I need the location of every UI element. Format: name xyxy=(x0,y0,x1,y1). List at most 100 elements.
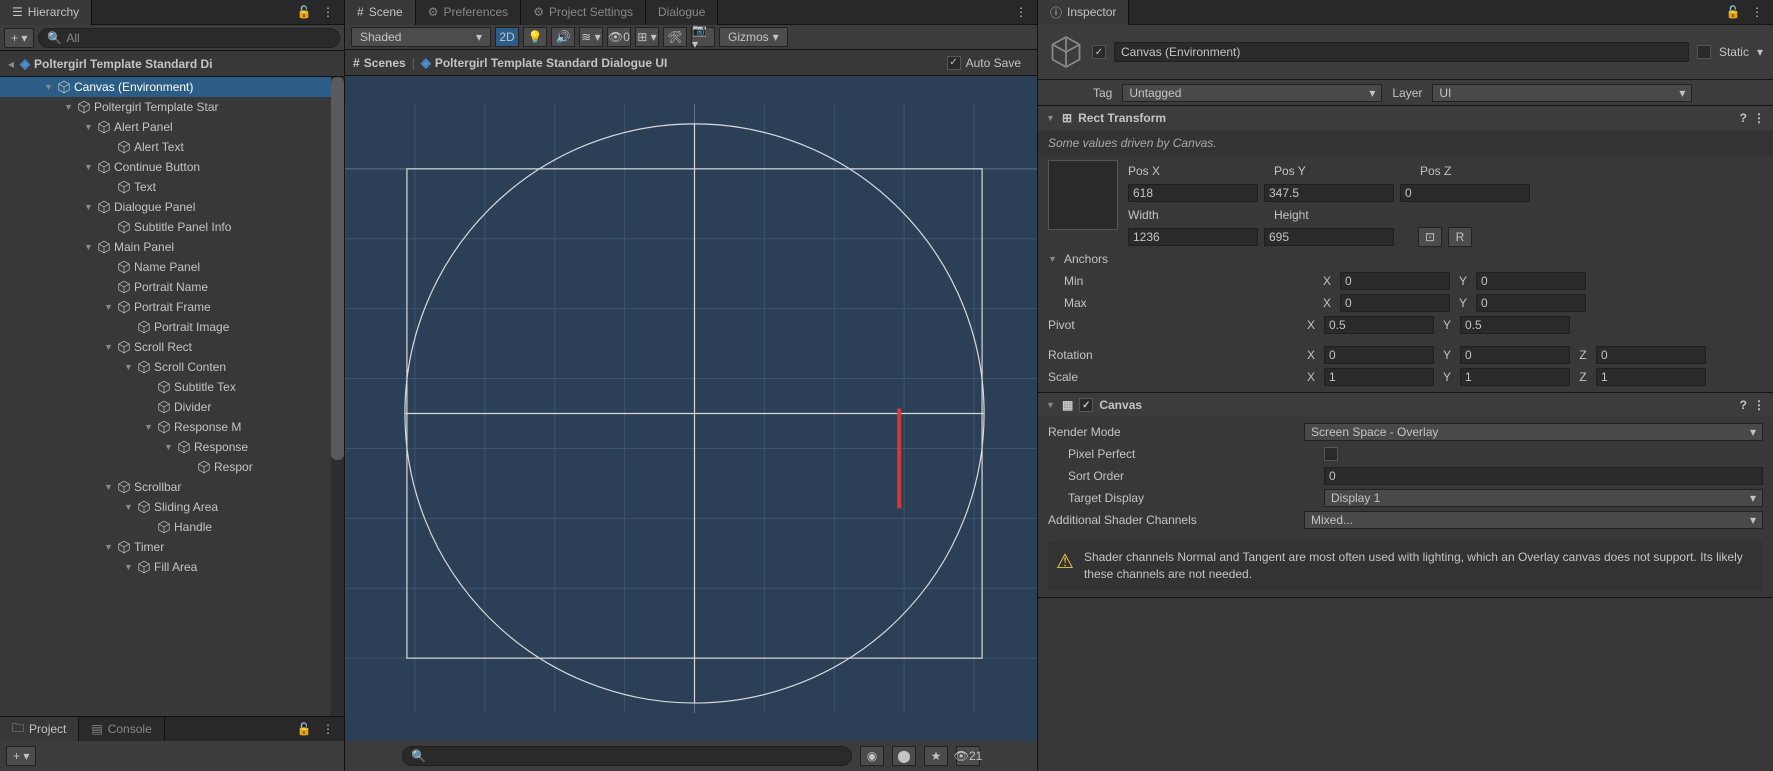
scale-z-input[interactable] xyxy=(1596,368,1706,386)
foldout-icon[interactable]: ▼ xyxy=(44,82,54,92)
tree-item[interactable]: ▼Dialogue Panel xyxy=(0,197,344,217)
scene-tab[interactable]: #Scene xyxy=(345,0,416,25)
foldout-icon[interactable]: ▼ xyxy=(164,442,174,452)
foldout-icon[interactable]: ▼ xyxy=(104,542,114,552)
foldout-icon[interactable]: ▼ xyxy=(1046,400,1056,410)
tree-item[interactable]: Portrait Image xyxy=(0,317,344,337)
tree-item[interactable]: ▼Scrollbar xyxy=(0,477,344,497)
foldout-icon[interactable]: ▼ xyxy=(64,102,74,112)
foldout-icon[interactable]: ▼ xyxy=(124,562,134,572)
object-name-input[interactable]: Canvas (Environment) xyxy=(1114,42,1689,62)
foldout-icon[interactable]: ▼ xyxy=(84,202,94,212)
add-button[interactable]: + ▾ xyxy=(6,746,36,766)
posy-input[interactable] xyxy=(1264,184,1394,202)
tree-item[interactable]: ▼Scroll Rect xyxy=(0,337,344,357)
foldout-icon[interactable]: ▼ xyxy=(124,502,134,512)
tools-toggle[interactable]: 🛠 xyxy=(663,27,687,47)
sort-order-input[interactable] xyxy=(1324,467,1763,485)
project-search[interactable]: 🔍 xyxy=(402,746,852,766)
help-icon[interactable]: ? xyxy=(1740,398,1747,412)
tree-item[interactable]: ▼Portrait Frame xyxy=(0,297,344,317)
favorite-button[interactable]: ★ xyxy=(924,746,948,766)
tree-item[interactable]: Portrait Name xyxy=(0,277,344,297)
render-mode-dropdown[interactable]: Screen Space - Overlay▾ xyxy=(1304,423,1763,441)
target-display-dropdown[interactable]: Display 1▾ xyxy=(1324,489,1763,507)
posx-input[interactable] xyxy=(1128,184,1258,202)
tree-item[interactable]: ▼Alert Panel xyxy=(0,117,344,137)
autosave-checkbox[interactable]: ✓ xyxy=(947,56,961,70)
filter-type-button[interactable]: ◉ xyxy=(860,746,884,766)
foldout-icon[interactable]: ▼ xyxy=(124,362,134,372)
tree-item[interactable]: ▼Poltergirl Template Star xyxy=(0,97,344,117)
foldout-icon[interactable]: ▼ xyxy=(104,482,114,492)
hierarchy-tab[interactable]: ☰ Hierarchy xyxy=(0,0,92,25)
inspector-tab[interactable]: ⓘInspector xyxy=(1038,0,1129,25)
tree-item[interactable]: Respor xyxy=(0,457,344,477)
breadcrumb-scene[interactable]: ◈ Poltergirl Template Standard Di xyxy=(20,56,212,72)
static-checkbox[interactable] xyxy=(1697,45,1711,59)
hierarchy-search[interactable]: 🔍 All xyxy=(38,28,340,48)
kebab-icon[interactable]: ⋮ xyxy=(1749,4,1765,20)
shader-channels-dropdown[interactable]: Mixed...▾ xyxy=(1304,511,1763,529)
hidden-toggle[interactable]: 👁0 xyxy=(607,27,631,47)
foldout-icon[interactable]: ▼ xyxy=(84,242,94,252)
height-input[interactable] xyxy=(1264,228,1394,246)
min-x-input[interactable] xyxy=(1340,272,1450,290)
scenes-link[interactable]: #Scenes xyxy=(353,56,406,70)
component-header[interactable]: ▼ ⊞ Rect Transform ? ⋮ xyxy=(1038,106,1773,130)
tree-item[interactable]: Alert Text xyxy=(0,137,344,157)
raw-edit-button[interactable]: R xyxy=(1448,227,1472,247)
filter-label-button[interactable]: ⬤ xyxy=(892,746,916,766)
project-settings-tab[interactable]: ⚙Project Settings xyxy=(521,0,646,25)
hierarchy-tree[interactable]: ▼Canvas (Environment)▼Poltergirl Templat… xyxy=(0,77,344,716)
hidden-button[interactable]: 👁21 xyxy=(956,746,980,766)
foldout-icon[interactable]: ▼ xyxy=(84,162,94,172)
autosave-toggle[interactable]: ✓ Auto Save xyxy=(947,56,1029,70)
pixel-perfect-checkbox[interactable] xyxy=(1324,447,1338,461)
tree-item[interactable]: ▼Scroll Conten xyxy=(0,357,344,377)
max-x-input[interactable] xyxy=(1340,294,1450,312)
add-button[interactable]: + ▾ xyxy=(4,28,34,48)
max-y-input[interactable] xyxy=(1476,294,1586,312)
pivot-x-input[interactable] xyxy=(1324,316,1434,334)
scale-y-input[interactable] xyxy=(1460,368,1570,386)
tree-item[interactable]: ▼Response xyxy=(0,437,344,457)
tree-item[interactable]: ▼Timer xyxy=(0,537,344,557)
tree-item[interactable]: Text xyxy=(0,177,344,197)
preferences-tab[interactable]: ⚙Preferences xyxy=(416,0,521,25)
rot-x-input[interactable] xyxy=(1324,346,1434,364)
lock-icon[interactable]: 🔓 xyxy=(296,721,312,737)
lock-icon[interactable]: 🔓 xyxy=(1725,4,1741,20)
tag-dropdown[interactable]: Untagged▾ xyxy=(1122,84,1382,102)
lock-icon[interactable]: 🔓 xyxy=(296,4,312,20)
tree-item[interactable]: Subtitle Panel Info xyxy=(0,217,344,237)
project-tab[interactable]: 🗀 Project xyxy=(0,717,79,742)
scale-x-input[interactable] xyxy=(1324,368,1434,386)
audio-toggle[interactable]: 🔊 xyxy=(551,27,575,47)
kebab-icon[interactable]: ⋮ xyxy=(320,4,336,20)
rot-y-input[interactable] xyxy=(1460,346,1570,364)
tree-item[interactable]: ▼Continue Button xyxy=(0,157,344,177)
foldout-icon[interactable]: ▼ xyxy=(104,302,114,312)
kebab-icon[interactable]: ⋮ xyxy=(1013,4,1029,20)
dialogue-tab[interactable]: Dialogue xyxy=(646,0,718,25)
rot-z-input[interactable] xyxy=(1596,346,1706,364)
kebab-icon[interactable]: ⋮ xyxy=(1753,398,1765,412)
tree-item[interactable]: Divider xyxy=(0,397,344,417)
enable-checkbox[interactable]: ✓ xyxy=(1079,398,1093,412)
tree-item[interactable]: Handle xyxy=(0,517,344,537)
layer-dropdown[interactable]: UI▾ xyxy=(1432,84,1692,102)
foldout-icon[interactable]: ▼ xyxy=(1048,254,1058,264)
draw-mode-dropdown[interactable]: Shaded▾ xyxy=(351,27,491,47)
tree-item[interactable]: ▼Canvas (Environment) xyxy=(0,77,344,97)
foldout-icon[interactable]: ▼ xyxy=(1046,113,1056,123)
foldout-icon[interactable]: ▼ xyxy=(104,342,114,352)
tree-item[interactable]: ▼Response M xyxy=(0,417,344,437)
blueprint-button[interactable]: ⊡ xyxy=(1418,227,1442,247)
lighting-toggle[interactable]: 💡 xyxy=(523,27,547,47)
grid-toggle[interactable]: ⊞ ▾ xyxy=(635,27,659,47)
tree-item[interactable]: ▼Main Panel xyxy=(0,237,344,257)
foldout-icon[interactable]: ▼ xyxy=(84,122,94,132)
component-header[interactable]: ▼ ▦ ✓ Canvas ? ⋮ xyxy=(1038,393,1773,417)
help-icon[interactable]: ? xyxy=(1740,111,1747,125)
